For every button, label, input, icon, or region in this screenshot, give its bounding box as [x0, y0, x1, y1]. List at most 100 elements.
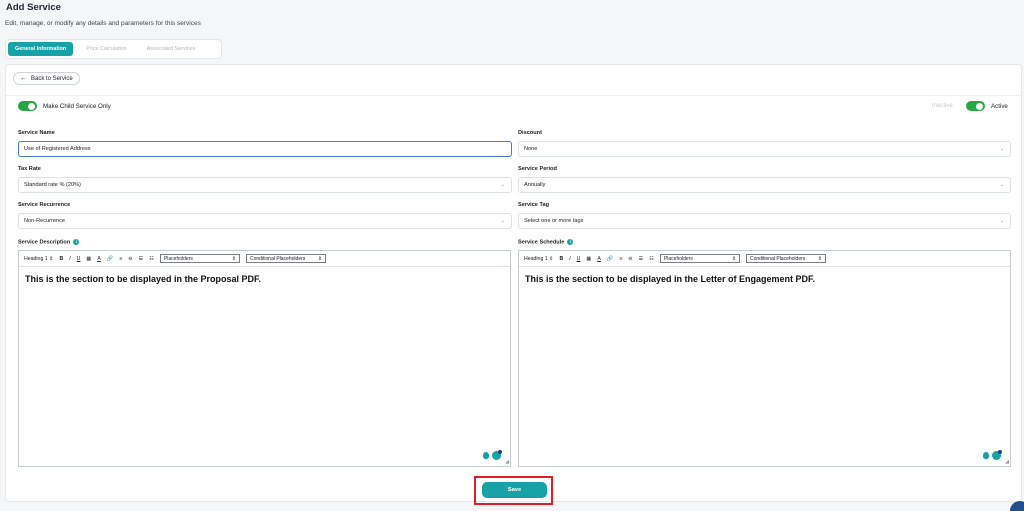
- service-name-field[interactable]: [18, 141, 512, 157]
- service-name-label: Service Name: [18, 130, 55, 136]
- select-arrows-icon: ⇕: [317, 256, 322, 262]
- discount-value: None: [524, 146, 538, 152]
- placeholders-label: Placeholders: [663, 256, 693, 262]
- service-description-label: Service Description i: [18, 239, 80, 246]
- bullet-list-icon[interactable]: ☷: [149, 256, 154, 262]
- back-to-service-button[interactable]: ← Back to Service: [13, 72, 80, 85]
- ordered-list-icon[interactable]: ☰: [639, 256, 644, 262]
- chat-bubble-icon[interactable]: [1010, 501, 1024, 511]
- page-title: Add Service: [6, 2, 61, 13]
- resize-handle-icon[interactable]: ◢: [1005, 459, 1009, 465]
- child-service-label: Make Child Service Only: [43, 103, 111, 110]
- service-recurrence-label: Service Recurrence: [18, 202, 71, 208]
- select-arrows-icon: ⇕: [231, 256, 236, 262]
- discount-label: Discount: [518, 130, 542, 136]
- service-form-card: ← Back to Service Make Child Service Onl…: [5, 64, 1022, 502]
- service-recurrence-value: Non-Recurrence: [24, 218, 66, 224]
- select-arrows-icon: ⇕: [817, 256, 822, 262]
- service-recurrence-select[interactable]: Non-Recurrence ⌄: [18, 213, 512, 229]
- placeholders-label: Placeholders: [163, 256, 193, 262]
- editor-toolbar: Heading 1 ⇕ B I U ▦ A 🔗 ≡ ⊖ ☰ ☷ Placehol…: [19, 251, 510, 267]
- heading-select[interactable]: Heading 1 ⇕: [24, 256, 53, 262]
- service-schedule-label-text: Service Schedule: [518, 239, 565, 246]
- link-icon[interactable]: 🔗: [607, 256, 613, 262]
- lightbulb-icon[interactable]: [983, 452, 989, 459]
- text-color-icon[interactable]: ▦: [86, 256, 91, 262]
- tab-bar: General Information Price Calculation As…: [5, 39, 222, 59]
- tax-rate-select[interactable]: Standard rate % (20%) ⌄: [18, 177, 512, 193]
- conditional-placeholders-label: Conditional Placeholders: [249, 256, 306, 262]
- service-tag-label: Service Tag: [518, 202, 549, 208]
- highlight-icon[interactable]: A: [597, 256, 600, 262]
- heading-select-label: Heading 1: [24, 255, 48, 262]
- editor-content[interactable]: This is the section to be displayed in t…: [19, 267, 510, 291]
- tab-price-calculation[interactable]: Price Calculation: [79, 42, 133, 56]
- chevron-down-icon: ⌄: [999, 146, 1004, 152]
- toggle-knob: [976, 102, 983, 110]
- underline-button[interactable]: U: [77, 256, 81, 262]
- tab-general-information[interactable]: General Information: [8, 42, 74, 56]
- heading-select[interactable]: Heading 1 ⇕: [524, 256, 553, 262]
- italic-button[interactable]: I: [69, 256, 70, 262]
- grammar-assistant-icon[interactable]: [492, 450, 502, 460]
- service-description-label-text: Service Description: [18, 239, 71, 246]
- align-icon[interactable]: ≡: [619, 256, 622, 262]
- service-tag-select[interactable]: Select one or more tags ⌄: [518, 213, 1011, 229]
- page-subtitle: Edit, manage, or modify any details and …: [5, 20, 201, 27]
- service-schedule-editor[interactable]: Heading 1 ⇕ B I U ▦ A 🔗 ≡ ⊖ ☰ ☷ Placehol…: [518, 250, 1011, 467]
- service-tag-placeholder: Select one or more tags: [524, 218, 584, 224]
- heading-select-label: Heading 1: [524, 255, 548, 262]
- bold-button[interactable]: B: [559, 256, 563, 262]
- discount-select[interactable]: None ⌄: [518, 141, 1011, 157]
- service-description-editor[interactable]: Heading 1 ⇕ B I U ▦ A 🔗 ≡ ⊖ ☰ ☷ Placehol…: [18, 250, 511, 467]
- strikethrough-icon[interactable]: ⊖: [628, 256, 632, 262]
- arrow-left-icon: ←: [20, 75, 27, 82]
- chevron-down-icon: ⌄: [999, 218, 1004, 224]
- select-arrows-icon: ⇕: [731, 256, 736, 262]
- resize-handle-icon[interactable]: ◢: [505, 459, 509, 465]
- save-button[interactable]: Save: [482, 482, 547, 498]
- tax-rate-label: Tax Rate: [18, 166, 41, 172]
- grammar-assistant-icon[interactable]: [992, 450, 1002, 460]
- child-service-toggle[interactable]: [18, 101, 37, 111]
- info-icon[interactable]: i: [73, 239, 80, 245]
- conditional-placeholders-label: Conditional Placeholders: [749, 256, 806, 262]
- placeholders-select[interactable]: Placeholders ⇕: [159, 254, 240, 263]
- underline-button[interactable]: U: [577, 256, 581, 262]
- editor-assist-icons: [483, 450, 502, 460]
- chevron-down-icon: ⌄: [500, 182, 505, 188]
- active-label: Active: [991, 103, 1008, 110]
- toggle-knob: [28, 102, 35, 110]
- editor-toolbar: Heading 1 ⇕ B I U ▦ A 🔗 ≡ ⊖ ☰ ☷ Placehol…: [519, 251, 1010, 267]
- editor-content[interactable]: This is the section to be displayed in t…: [519, 267, 1010, 291]
- page-header: Add Service: [6, 2, 61, 13]
- conditional-placeholders-select[interactable]: Conditional Placeholders ⇕: [245, 254, 326, 263]
- chevron-down-icon: ⌄: [999, 182, 1004, 188]
- conditional-placeholders-select[interactable]: Conditional Placeholders ⇕: [745, 254, 826, 263]
- lightbulb-icon[interactable]: [483, 452, 489, 459]
- active-status-toggle[interactable]: [966, 101, 985, 111]
- highlight-icon[interactable]: A: [97, 256, 100, 262]
- bold-button[interactable]: B: [59, 256, 63, 262]
- inactive-label: Inactive: [932, 103, 953, 109]
- align-icon[interactable]: ≡: [119, 256, 122, 262]
- service-period-label: Service Period: [518, 166, 557, 172]
- placeholders-select[interactable]: Placeholders ⇕: [659, 254, 740, 263]
- info-icon[interactable]: i: [567, 239, 574, 245]
- bullet-list-icon[interactable]: ☷: [649, 256, 654, 262]
- editor-assist-icons: [983, 450, 1002, 460]
- strikethrough-icon[interactable]: ⊖: [128, 256, 132, 262]
- service-schedule-label: Service Schedule i: [518, 239, 574, 246]
- link-icon[interactable]: 🔗: [107, 256, 113, 262]
- tax-rate-value: Standard rate % (20%): [24, 182, 81, 188]
- service-period-select[interactable]: Annually ⌄: [518, 177, 1011, 193]
- italic-button[interactable]: I: [569, 256, 570, 262]
- tab-associated-services[interactable]: Associated Services: [140, 42, 203, 56]
- ordered-list-icon[interactable]: ☰: [139, 256, 144, 262]
- back-button-label: Back to Service: [31, 75, 73, 82]
- service-name-input[interactable]: [24, 146, 511, 152]
- service-period-value: Annually: [524, 182, 546, 188]
- chevron-down-icon: ⌄: [500, 218, 505, 224]
- divider: [6, 95, 1021, 96]
- text-color-icon[interactable]: ▦: [586, 256, 591, 262]
